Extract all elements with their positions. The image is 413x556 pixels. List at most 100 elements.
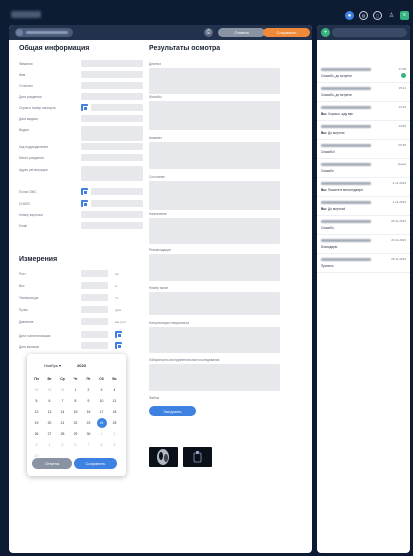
calendar-day[interactable]: 10	[95, 395, 108, 406]
field-input[interactable]	[81, 115, 143, 122]
chat-list-item[interactable]: вчера Спасибо	[317, 159, 410, 178]
calendar-day[interactable]: 14	[56, 406, 69, 417]
calendar-day[interactable]: 6	[43, 395, 56, 406]
calendar-day[interactable]: 12	[30, 406, 43, 417]
chat-list-item[interactable]: 2.12.2023 Вы: Пишите в мессенджере	[317, 178, 410, 197]
discharge-date-input[interactable]	[81, 342, 108, 349]
field-input[interactable]	[81, 211, 143, 218]
calendar-day[interactable]: 3	[30, 439, 43, 450]
exam-textarea[interactable]	[149, 68, 280, 94]
calendar-day[interactable]: 30	[30, 384, 43, 395]
chat-list-item[interactable]: 09:38 Спасибо!	[317, 140, 410, 159]
chat-list-item[interactable]: 10:56 Вы: До встречи	[317, 121, 410, 140]
calendar-day[interactable]: 2	[108, 428, 121, 439]
field-input[interactable]	[81, 82, 143, 89]
field-input[interactable]	[81, 166, 143, 181]
calendar-day[interactable]: 18	[108, 406, 121, 417]
measure-input[interactable]	[81, 318, 108, 325]
calendar-day[interactable]: 19	[30, 417, 43, 428]
exam-textarea[interactable]	[149, 181, 280, 210]
calendar-day[interactable]: 29	[69, 428, 82, 439]
chat-list-item[interactable]: 1.12.2023 Вы: До встречи!	[317, 197, 410, 216]
calendar-day[interactable]: 3	[95, 384, 108, 395]
field-input[interactable]	[81, 222, 143, 229]
field-input[interactable]	[91, 104, 143, 111]
calendar-day[interactable]: 7	[56, 395, 69, 406]
calendar-day[interactable]: 8	[95, 439, 108, 450]
chat-icon[interactable]: ●	[345, 11, 354, 20]
exam-textarea[interactable]	[149, 142, 280, 169]
year-label[interactable]: 2023	[77, 363, 86, 368]
field-input[interactable]	[81, 126, 143, 141]
calendar-icon[interactable]	[115, 331, 122, 338]
chat-list-item[interactable]: 15:41 Спасибо, до встречи	[317, 83, 410, 102]
chat-list-item[interactable]: 29.11.2023 Благодарю	[317, 235, 410, 254]
calendar-icon[interactable]	[81, 188, 88, 195]
calendar-day[interactable]: 9	[82, 395, 95, 406]
calendar-day[interactable]: 11	[108, 395, 121, 406]
exam-textarea[interactable]	[149, 101, 280, 130]
calendar-day[interactable]: 5	[30, 395, 43, 406]
calendar-day[interactable]: 27	[43, 428, 56, 439]
calendar-icon[interactable]	[115, 342, 122, 349]
calendar-day[interactable]: 13	[43, 406, 56, 417]
calendar-day[interactable]: 9	[108, 439, 121, 450]
measure-input[interactable]	[81, 270, 108, 277]
calendar-day[interactable]: 4	[108, 384, 121, 395]
measure-input[interactable]	[81, 306, 108, 313]
calendar-day[interactable]: 1	[69, 384, 82, 395]
calendar-day[interactable]: 8	[69, 395, 82, 406]
chat-list-item[interactable]: 29.11.2023 Спасибо	[317, 216, 410, 235]
month-select[interactable]: Ноябрь ▾	[44, 363, 61, 368]
field-input[interactable]	[91, 200, 143, 207]
print-icon[interactable]: ⎙	[204, 28, 213, 37]
calendar-day[interactable]: 23	[82, 417, 95, 428]
document-icon[interactable]: ▤	[359, 11, 368, 20]
field-input[interactable]	[81, 60, 143, 67]
calendar-day[interactable]: 17	[95, 406, 108, 417]
exam-textarea[interactable]	[149, 327, 280, 353]
notification-icon[interactable]: ◻	[373, 11, 382, 20]
chat-list-item[interactable]: 13:34 Вы: Хорошо, жду вас	[317, 102, 410, 121]
calendar-day[interactable]: 6	[69, 439, 82, 450]
calendar-day[interactable]: 7	[82, 439, 95, 450]
cancel-button[interactable]: Отмена	[218, 28, 265, 37]
field-input[interactable]	[81, 93, 143, 100]
exam-textarea[interactable]	[149, 364, 280, 391]
calendar-cancel-button[interactable]: Отмена	[32, 458, 72, 469]
calendar-day[interactable]: 21	[56, 417, 69, 428]
exam-textarea[interactable]	[149, 254, 280, 281]
calendar-day[interactable]: 24	[95, 417, 108, 428]
hospitalization-date-input[interactable]	[81, 331, 108, 338]
field-input[interactable]	[81, 71, 143, 78]
calendar-day[interactable]: 2	[82, 384, 95, 395]
search-input[interactable]	[332, 28, 407, 37]
calendar-day[interactable]: 31	[56, 384, 69, 395]
calendar-day[interactable]: 16	[82, 406, 95, 417]
exam-textarea[interactable]	[149, 218, 280, 244]
calendar-day[interactable]: 4	[43, 439, 56, 450]
upload-button[interactable]: Загрузить	[149, 406, 196, 416]
calendar-day[interactable]: 20	[43, 417, 56, 428]
save-button[interactable]: Сохранить	[263, 28, 310, 37]
add-icon[interactable]: +	[321, 28, 330, 37]
calendar-day[interactable]: 5	[56, 439, 69, 450]
file-thumbnail[interactable]	[149, 447, 178, 467]
user-icon[interactable]: ♙	[387, 11, 396, 20]
calendar-icon[interactable]	[81, 104, 88, 111]
calendar-day[interactable]: 28	[56, 428, 69, 439]
calendar-day[interactable]: 22	[69, 417, 82, 428]
calendar-day[interactable]: 25	[108, 417, 121, 428]
calendar-day[interactable]: 1	[95, 428, 108, 439]
menu-icon[interactable]: ≡	[400, 11, 409, 20]
measure-input[interactable]	[81, 282, 108, 289]
calendar-day[interactable]: 26	[30, 428, 43, 439]
calendar-day[interactable]: 31	[43, 384, 56, 395]
calendar-icon[interactable]	[81, 200, 88, 207]
patient-chip[interactable]	[15, 28, 73, 37]
calendar-day[interactable]: 30	[82, 428, 95, 439]
measure-input[interactable]	[81, 294, 108, 301]
file-thumbnail[interactable]	[183, 447, 212, 467]
calendar-day[interactable]: 15	[69, 406, 82, 417]
chat-list-item[interactable]: 17:08 Спасибо, до встречи	[317, 64, 410, 83]
